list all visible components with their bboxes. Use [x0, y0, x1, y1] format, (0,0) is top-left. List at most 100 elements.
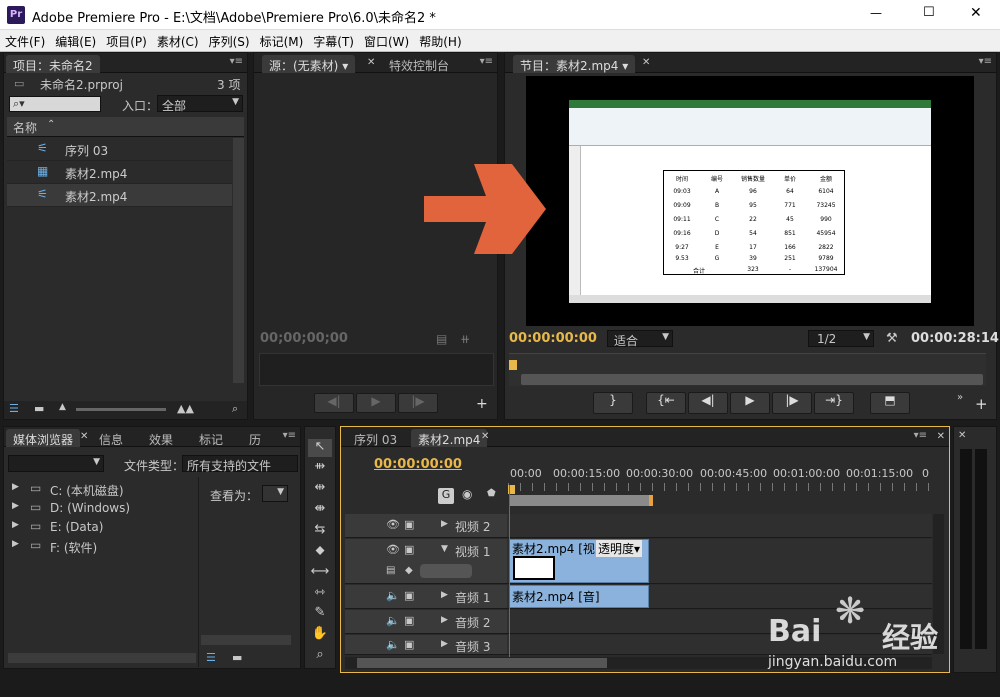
tab-media-browser[interactable]: 媒体浏览器	[6, 429, 81, 447]
selection-tool-icon[interactable]: ↖	[308, 439, 332, 457]
drive-item-e[interactable]: ▶ ▭ E: (Data)	[12, 519, 197, 537]
search-icon[interactable]: ⌕	[232, 402, 238, 416]
export-frame-button[interactable]: ⬒	[870, 392, 910, 414]
entry-select[interactable]: 全部 ▼	[157, 95, 243, 113]
tab-program[interactable]: 节目：素材2.mp4 ▾	[513, 55, 636, 73]
eye-icon[interactable]: 👁	[386, 543, 400, 556]
go-to-in-button[interactable]: {⇤	[646, 392, 686, 414]
resolution-select[interactable]: 1/2 ▼	[808, 330, 874, 347]
display-style-icon[interactable]: ▤	[386, 565, 395, 576]
zoom-in-icon[interactable]: ▲▲	[177, 402, 194, 415]
work-area-bar[interactable]	[510, 495, 653, 506]
track-video-1[interactable]: 👁 ▣ ▼ 视频 1 ▤ ◆ 素材2.mp4 [视] 透明度▾	[345, 539, 932, 584]
program-zoom-bar[interactable]	[521, 374, 983, 385]
zoom-tool-icon[interactable]: ⌕	[308, 647, 332, 665]
expand-icon[interactable]: ▶	[441, 639, 448, 649]
panel-menu-icon[interactable]: ▾≡	[480, 56, 493, 67]
mark-in-button[interactable]: }	[593, 392, 633, 414]
video-clip[interactable]: 素材2.mp4 [视] 透明度▾	[509, 539, 649, 583]
step-back-button[interactable]: ◀|	[688, 392, 728, 414]
slide-tool-icon[interactable]: ⇿	[308, 585, 332, 603]
marker-icon[interactable]: ⬟	[487, 488, 496, 499]
program-scrubber[interactable]	[509, 353, 986, 386]
tab-markers[interactable]: 标记	[192, 429, 230, 447]
ripple-edit-tool-icon[interactable]: ⇹	[308, 480, 332, 498]
media-scrollbar[interactable]	[201, 635, 291, 645]
speaker-icon[interactable]: 🔈	[386, 638, 400, 651]
minimize-button[interactable]: —	[870, 6, 882, 20]
speaker-icon[interactable]: 🔈	[386, 614, 400, 627]
tab-history[interactable]: 历	[242, 429, 268, 447]
menu-window[interactable]: 窗口(W)	[359, 30, 414, 52]
lock-icon[interactable]: ▣	[404, 589, 414, 602]
sync-icon[interactable]: ◉	[462, 487, 472, 501]
close-panel-icon[interactable]: ✕	[958, 430, 966, 441]
program-timecode[interactable]: 00:00:00:00	[509, 331, 597, 346]
list-item[interactable]: ▦ 素材2.mp4	[7, 161, 232, 184]
drive-item-f[interactable]: ▶ ▭ F: (软件)	[12, 538, 197, 556]
collapse-icon[interactable]: ▼	[441, 544, 448, 554]
audio-clip[interactable]: 素材2.mp4 [音]	[509, 585, 649, 608]
list-item[interactable]: ⚟ 素材2.mp4	[7, 184, 232, 207]
add-icon[interactable]: +	[476, 396, 488, 412]
step-forward-button[interactable]: |▶	[772, 392, 812, 414]
tab-source[interactable]: 源：(无素材) ▾	[262, 55, 356, 73]
expand-icon[interactable]: ▶	[441, 590, 448, 600]
playhead-icon[interactable]	[509, 360, 517, 370]
tab-effect-controls[interactable]: 特效控制台	[382, 55, 456, 73]
menu-edit[interactable]: 编辑(E)	[50, 30, 101, 52]
view-as-select[interactable]: ▼	[262, 485, 288, 502]
close-tab-icon[interactable]: ✕	[367, 57, 375, 68]
lock-icon[interactable]: ▣	[404, 614, 414, 627]
keyframe-nav[interactable]	[420, 564, 472, 578]
play-button[interactable]: ▶	[730, 392, 770, 414]
source-scrubber[interactable]	[259, 353, 494, 386]
film-icon[interactable]: ▤	[436, 332, 447, 346]
more-icon[interactable]: »	[957, 392, 963, 403]
close-tab-icon[interactable]: ✕	[80, 431, 88, 442]
list-view-icon[interactable]: ☰	[206, 651, 216, 664]
zoom-slider[interactable]	[76, 408, 166, 411]
panel-menu-icon[interactable]: ▾≡	[230, 56, 243, 67]
panel-menu-icon[interactable]: ▾≡	[979, 56, 992, 67]
scroll-thumb[interactable]	[357, 658, 607, 668]
maximize-button[interactable]: ☐	[923, 5, 935, 20]
list-item[interactable]: ⚟ 序列 03	[7, 138, 232, 161]
rate-stretch-tool-icon[interactable]: ⇆	[308, 522, 332, 540]
keyframe-icon[interactable]: ◆	[405, 565, 413, 576]
speaker-icon[interactable]: 🔈	[386, 589, 400, 602]
program-monitor[interactable]: 时间 编号 销售数量 单价 金额 09:03 A 96 64 6104 09:0…	[526, 76, 974, 326]
drive-item-d[interactable]: ▶ ▭ D: (Windows)	[12, 500, 197, 518]
expand-icon[interactable]: ▶	[441, 615, 448, 625]
panel-menu-icon[interactable]: ▾≡	[283, 430, 296, 441]
menu-sequence[interactable]: 序列(S)	[204, 30, 255, 52]
menu-clip[interactable]: 素材(C)	[152, 30, 204, 52]
close-button[interactable]: ✕	[970, 5, 982, 21]
path-select[interactable]: ▼	[8, 455, 104, 472]
track-select-tool-icon[interactable]: ⇻	[308, 459, 332, 477]
menu-title[interactable]: 字幕(T)	[308, 30, 359, 52]
search-input[interactable]: ⌕▾	[9, 96, 101, 112]
camera-icon[interactable]: ▣	[404, 518, 414, 531]
close-tab-icon[interactable]: ✕	[481, 431, 489, 442]
close-tab-icon[interactable]: ✕	[642, 57, 650, 68]
rolling-edit-tool-icon[interactable]: ⇼	[308, 501, 332, 519]
play-button[interactable]: ▶	[356, 393, 396, 413]
close-panel-icon[interactable]: ✕	[937, 431, 945, 442]
add-icon[interactable]: +	[975, 395, 988, 413]
fit-select[interactable]: 适合 ▼	[607, 330, 673, 348]
source-timecode[interactable]: 00;00;00;00	[260, 331, 348, 346]
razor-tool-icon[interactable]: ⬥	[308, 543, 332, 561]
step-forward-button[interactable]: |▶	[398, 393, 438, 413]
menu-project[interactable]: 项目(P)	[101, 30, 152, 52]
filetype-select[interactable]: 所有支持的文件	[182, 455, 298, 473]
list-view-icon[interactable]: ☰	[9, 402, 19, 415]
wrench-icon[interactable]: ⚒	[886, 331, 898, 346]
zoom-out-icon[interactable]: ▲	[59, 402, 66, 412]
pen-tool-icon[interactable]: ✎	[308, 605, 332, 623]
icon-view-icon[interactable]: ▬	[232, 651, 242, 664]
timeline-timecode[interactable]: 00:00:00:00	[374, 457, 462, 472]
tab-info[interactable]: 信息	[92, 429, 130, 447]
icon-view-icon[interactable]: ▬	[34, 402, 44, 415]
track-video-2[interactable]: 👁 ▣ ▶ 视频 2	[345, 514, 932, 538]
